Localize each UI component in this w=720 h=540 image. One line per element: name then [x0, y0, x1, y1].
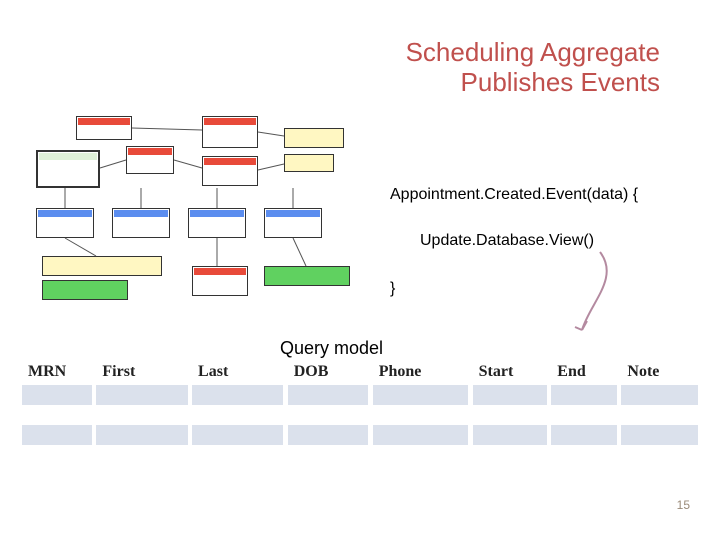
- title-line-2: Publishes Events: [461, 67, 660, 97]
- slide-title: Scheduling Aggregate Publishes Events: [406, 38, 660, 98]
- code-line-event: Appointment.Created.Event(data) {: [390, 185, 638, 206]
- col-last: Last: [192, 361, 283, 385]
- col-phone: Phone: [373, 361, 469, 385]
- col-dob: DOB: [288, 361, 369, 385]
- query-model-table: MRN First Last DOB Phone Start End Note: [22, 361, 698, 445]
- col-note: Note: [621, 361, 698, 385]
- table-row: [22, 425, 698, 445]
- title-line-1: Scheduling Aggregate: [406, 37, 660, 67]
- page-number: 15: [677, 498, 690, 512]
- col-mrn: MRN: [22, 361, 92, 385]
- code-line-close-brace: }: [390, 279, 395, 300]
- col-end: End: [551, 361, 617, 385]
- table-header-row: MRN First Last DOB Phone Start End Note: [22, 361, 698, 385]
- table-row: [22, 405, 698, 425]
- col-start: Start: [473, 361, 547, 385]
- code-line-update: Update.Database.View(): [420, 231, 594, 252]
- col-first: First: [96, 361, 187, 385]
- aggregate-diagram: [36, 116, 366, 306]
- arrow-to-query-model: [560, 248, 630, 348]
- table-row: [22, 385, 698, 405]
- query-model-label: Query model: [280, 338, 383, 359]
